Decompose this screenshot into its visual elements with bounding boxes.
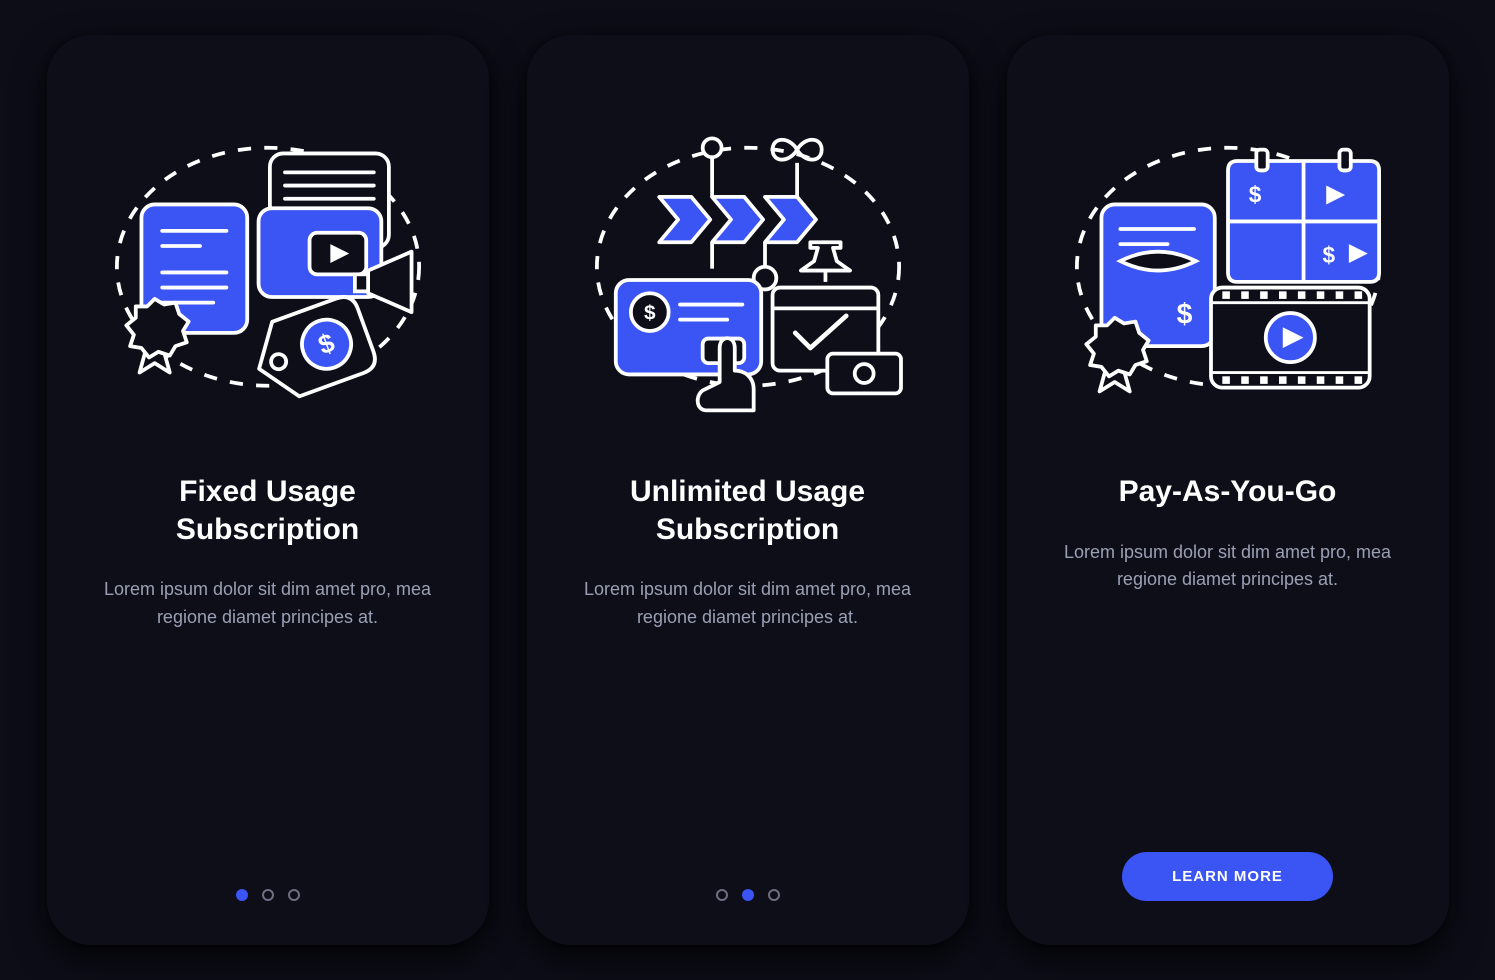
svg-text:$: $ bbox=[1322, 242, 1335, 268]
pager-dot-3[interactable] bbox=[768, 889, 780, 901]
screen-description: Lorem ipsum dolor sit dim amet pro, mea … bbox=[103, 576, 433, 632]
unlimited-usage-icon: $ bbox=[578, 93, 918, 433]
learn-more-button[interactable]: LEARN MORE bbox=[1122, 852, 1333, 901]
screen-footer bbox=[561, 889, 935, 911]
onboarding-screens-row: $ Fixed Usage Subscription Lorem ipsum d… bbox=[0, 0, 1495, 980]
screen-description: Lorem ipsum dolor sit dim amet pro, mea … bbox=[1063, 539, 1393, 595]
pager-dots[interactable] bbox=[716, 889, 780, 901]
screen-title: Fixed Usage Subscription bbox=[98, 473, 438, 548]
onboarding-screen-1: $ Fixed Usage Subscription Lorem ipsum d… bbox=[47, 35, 489, 945]
screen-title: Unlimited Usage Subscription bbox=[578, 473, 918, 548]
svg-text:$: $ bbox=[1176, 298, 1192, 330]
screen-title: Pay-As-You-Go bbox=[1119, 473, 1337, 511]
pay-as-you-go-icon: $ $ $ bbox=[1058, 93, 1398, 433]
onboarding-screen-2: $ Unlimited Usage Subs bbox=[527, 35, 969, 945]
pager-dot-1[interactable] bbox=[236, 889, 248, 901]
svg-text:$: $ bbox=[1248, 182, 1261, 208]
fixed-usage-icon: $ bbox=[98, 93, 438, 433]
screen-footer bbox=[81, 889, 455, 911]
pager-dot-3[interactable] bbox=[288, 889, 300, 901]
screen-description: Lorem ipsum dolor sit dim amet pro, mea … bbox=[583, 576, 913, 632]
screen-footer: LEARN MORE bbox=[1041, 852, 1415, 911]
pager-dot-2[interactable] bbox=[742, 889, 754, 901]
svg-text:$: $ bbox=[643, 302, 655, 325]
pager-dot-2[interactable] bbox=[262, 889, 274, 901]
onboarding-screen-3: $ $ $ bbox=[1007, 35, 1449, 945]
pager-dot-1[interactable] bbox=[716, 889, 728, 901]
pager-dots[interactable] bbox=[236, 889, 300, 901]
